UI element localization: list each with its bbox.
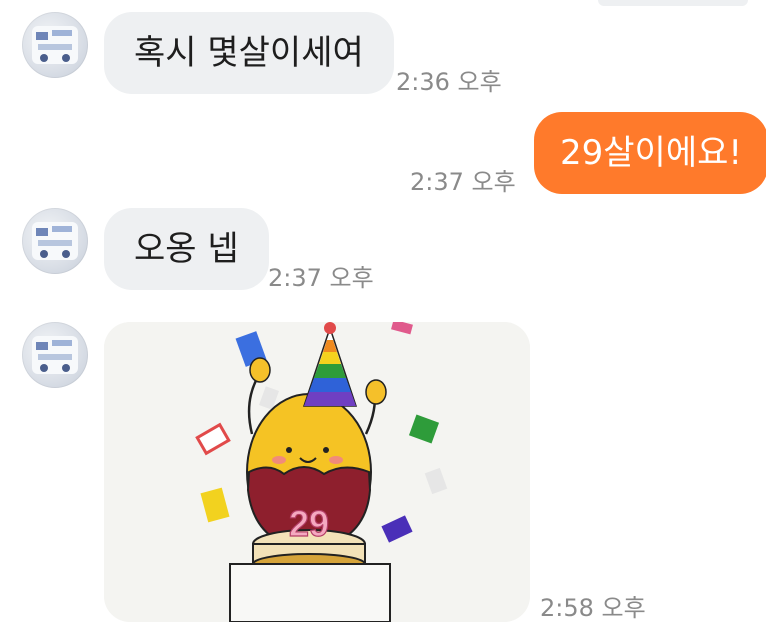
message-timestamp: 2:37 오후 bbox=[268, 264, 374, 292]
message-timestamp: 2:37 오후 bbox=[410, 168, 516, 196]
message-bubble[interactable]: 29살이에요! bbox=[534, 112, 766, 194]
cake-candle-number: 29 bbox=[289, 503, 329, 544]
message-bubble[interactable]: 오옹 넵 bbox=[104, 208, 269, 290]
photo-message[interactable]: 29 bbox=[104, 322, 530, 622]
message-text: 29살이에요! bbox=[560, 133, 743, 173]
message-timestamp: 2:36 오후 bbox=[396, 68, 502, 96]
chat-thread: 혹시 몇살이세여 2:36 오후 2:37 오후 29살이에요! 오옹 넵 2:… bbox=[0, 0, 766, 632]
birthday-drawing-image: 29 bbox=[104, 322, 530, 622]
avatar[interactable] bbox=[22, 322, 88, 388]
avatar[interactable] bbox=[22, 12, 88, 78]
message-text: 혹시 몇살이세여 bbox=[134, 33, 364, 73]
avatar-image bbox=[32, 26, 78, 64]
avatar-image bbox=[32, 222, 78, 260]
message-text: 오옹 넵 bbox=[134, 229, 239, 269]
previous-bubble-edge bbox=[598, 0, 748, 6]
message-timestamp: 2:58 오후 bbox=[540, 594, 646, 622]
message-bubble[interactable]: 혹시 몇살이세여 bbox=[104, 12, 394, 94]
avatar-image bbox=[32, 336, 78, 374]
avatar[interactable] bbox=[22, 208, 88, 274]
